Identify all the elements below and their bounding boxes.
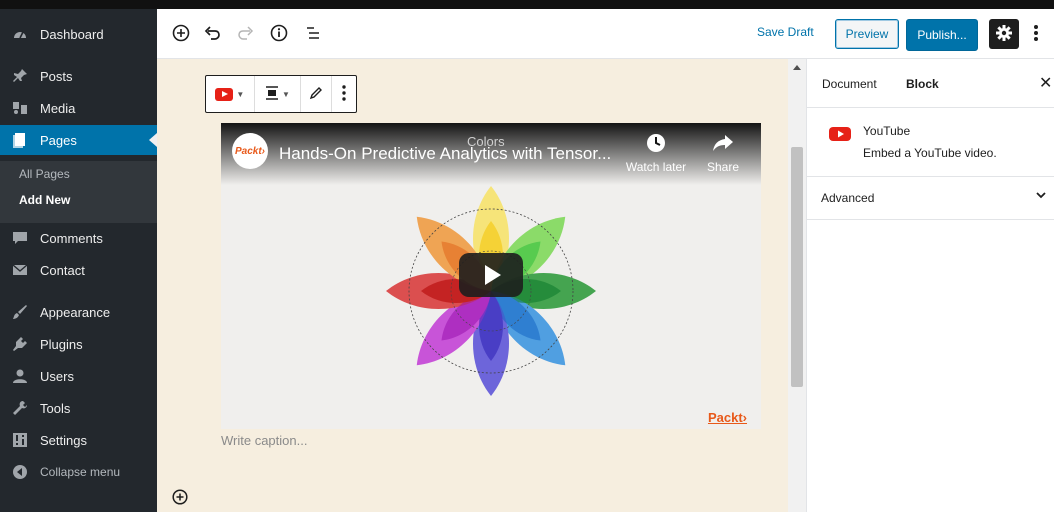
publish-button[interactable]: Publish... — [906, 19, 978, 51]
collapse-icon — [10, 462, 30, 482]
admin-sidebar: Dashboard Posts Media Pages All Pages Ad… — [0, 9, 157, 512]
share-arrow-icon — [712, 135, 734, 156]
menu-item-pages[interactable]: Pages — [0, 125, 157, 155]
window-top-edge — [0, 0, 1054, 9]
pin-icon — [10, 66, 30, 86]
block-toolbar: ▼ ▼ — [205, 75, 357, 113]
settings-icon — [10, 430, 30, 450]
settings-toggle-button[interactable] — [989, 19, 1019, 49]
caret-down-icon: ▼ — [282, 89, 290, 99]
edit-pencil-icon — [309, 86, 323, 103]
block-card-title: YouTube — [863, 124, 911, 138]
edit-url-button[interactable] — [301, 76, 333, 112]
block-more-options[interactable] — [332, 76, 356, 112]
menu-item-dashboard[interactable]: Dashboard — [0, 19, 157, 49]
gear-icon — [995, 24, 1013, 45]
more-options-button[interactable] — [1027, 21, 1045, 47]
chevron-down-icon — [1035, 189, 1047, 204]
share-button[interactable]: Share — [697, 133, 749, 174]
media-icon — [10, 98, 30, 118]
tab-block[interactable]: Block — [906, 77, 939, 91]
youtube-icon — [215, 87, 234, 101]
add-block-icon — [172, 488, 188, 508]
block-inserter-button[interactable] — [171, 488, 189, 508]
menu-item-media[interactable]: Media — [0, 93, 157, 123]
editor-top-toolbar: Save Draft Preview Publish... — [157, 9, 1054, 59]
redo-icon[interactable] — [233, 21, 257, 45]
packt-watermark[interactable]: Packt› — [708, 410, 747, 425]
preview-button[interactable]: Preview — [835, 19, 899, 49]
close-icon[interactable]: ✕ — [1039, 73, 1052, 93]
settings-sidebar: Document Block ✕ YouTube Embed a YouTube… — [806, 59, 1054, 512]
users-icon — [10, 366, 30, 386]
block-card-description: Embed a YouTube video. — [863, 146, 997, 160]
scrollbar-thumb[interactable] — [791, 147, 803, 387]
wrench-icon — [10, 398, 30, 418]
more-vertical-icon — [342, 84, 346, 104]
block-navigation-icon[interactable] — [301, 21, 325, 45]
editor-canvas[interactable]: ▼ ▼ Colors Packt› Hands-On Predictive An… — [157, 59, 788, 512]
collapse-menu-button[interactable]: Collapse menu — [0, 457, 157, 487]
page-icon — [10, 130, 30, 150]
menu-item-comments[interactable]: Comments — [0, 223, 157, 253]
comment-icon — [10, 228, 30, 248]
block-type-switcher[interactable]: ▼ — [206, 76, 255, 112]
watch-later-button[interactable]: Watch later — [621, 133, 691, 174]
save-draft-button[interactable]: Save Draft — [757, 25, 814, 39]
mail-icon — [10, 260, 30, 280]
undo-icon[interactable] — [201, 21, 225, 45]
menu-item-settings[interactable]: Settings — [0, 425, 157, 455]
submenu-all-pages[interactable]: All Pages — [19, 167, 70, 181]
clock-icon — [646, 134, 666, 156]
menu-item-posts[interactable]: Posts — [0, 61, 157, 91]
dashboard-icon — [10, 24, 30, 44]
menu-item-users[interactable]: Users — [0, 361, 157, 391]
canvas-scrollbar[interactable] — [788, 59, 806, 512]
caption-input[interactable]: Write caption... — [221, 433, 307, 448]
more-vertical-icon — [1033, 24, 1039, 45]
scroll-up-arrow-icon[interactable] — [793, 65, 801, 70]
advanced-label: Advanced — [821, 191, 875, 205]
brush-icon — [10, 302, 30, 322]
plug-icon — [10, 334, 30, 354]
menu-item-appearance[interactable]: Appearance — [0, 297, 157, 327]
caret-down-icon: ▼ — [236, 89, 245, 99]
menu-item-plugins[interactable]: Plugins — [0, 329, 157, 359]
video-title[interactable]: Hands-On Predictive Analytics with Tenso… — [279, 144, 611, 164]
channel-logo[interactable]: Packt› — [232, 133, 268, 169]
advanced-panel-toggle[interactable]: Advanced — [807, 177, 1054, 220]
pages-submenu: All Pages Add New — [0, 161, 157, 223]
play-button[interactable] — [459, 253, 523, 297]
menu-item-contact[interactable]: Contact — [0, 255, 157, 285]
add-block-icon[interactable] — [169, 21, 193, 45]
submenu-add-new[interactable]: Add New — [19, 193, 70, 207]
youtube-embed[interactable]: Colors Packt› Hands-On Predictive Analyt… — [221, 123, 761, 429]
info-icon[interactable] — [267, 21, 291, 45]
block-card: YouTube Embed a YouTube video. — [807, 108, 1054, 177]
menu-item-tools[interactable]: Tools — [0, 393, 157, 423]
tab-document[interactable]: Document — [822, 77, 877, 91]
align-dropdown[interactable]: ▼ — [255, 76, 302, 112]
settings-tabs: Document Block ✕ — [807, 59, 1054, 108]
align-center-icon — [265, 85, 279, 103]
youtube-icon — [829, 126, 851, 145]
